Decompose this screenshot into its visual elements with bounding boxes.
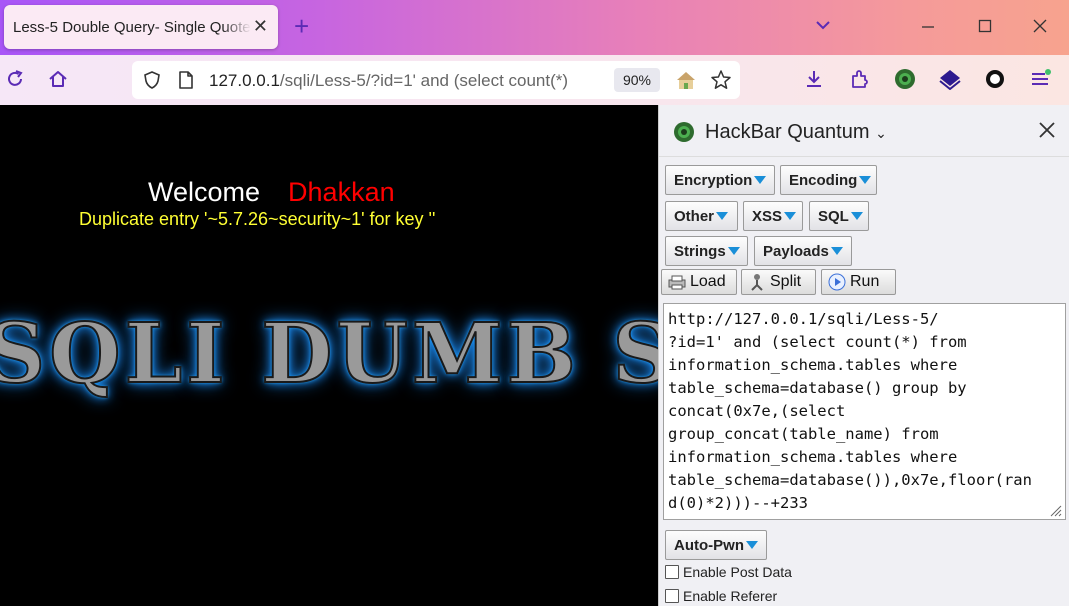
payloads-label: Payloads [763,242,829,260]
circle-extension-icon[interactable] [983,67,1007,91]
sql-label: SQL [818,207,849,225]
enable-post-data-option[interactable]: Enable Post Data [665,563,792,581]
panel-title-text: HackBar Quantum [705,121,870,143]
load-label: Load [690,273,726,290]
dropdown-arrow-icon [859,176,872,184]
url-path: /sqli/Less-5/?id=1' and (select count(*) [279,71,569,90]
page-icon[interactable] [177,70,195,95]
tab-bar: Less-5 Double Query- Single Quotes- Stri… [0,0,1069,55]
new-tab-icon[interactable]: + [294,13,309,39]
page-content: Welcome Dhakkan Duplicate entry '~5.7.26~… [0,105,658,606]
other-label: Other [674,207,715,225]
auto-pwn-label: Auto-Pwn [674,536,744,554]
hackbar-extension-icon[interactable] [893,67,917,91]
payloads-menu[interactable]: Payloads [754,236,852,266]
play-icon [828,273,846,291]
shield-icon[interactable] [142,70,162,95]
window-close-icon[interactable] [1032,13,1048,46]
dropdown-arrow-icon [745,541,758,549]
hackbar-panel: HackBar Quantum ⌄ Encryption Encoding Ot… [658,105,1069,606]
sql-menu[interactable]: SQL [809,201,869,231]
dropdown-arrow-icon [784,212,797,220]
menu-icon[interactable] [1028,67,1052,91]
encryption-label: Encryption [674,171,753,189]
sql-error-message: Duplicate entry '~5.7.26~security~1' for… [79,209,436,229]
xss-label: XSS [752,207,783,225]
panel-title[interactable]: HackBar Quantum ⌄ [705,121,887,144]
split-icon [748,273,766,291]
home-image-icon[interactable] [674,69,698,96]
other-menu[interactable]: Other [665,201,738,231]
referer-checkbox[interactable] [665,589,679,603]
url-bar[interactable]: 127.0.0.1/sqli/Less-5/?id=1' and (select… [132,61,740,99]
zoom-level[interactable]: 90% [614,68,660,92]
encoding-menu[interactable]: Encoding [780,165,877,195]
split-label: Split [770,273,802,290]
download-icon[interactable] [802,67,826,91]
strings-menu[interactable]: Strings [665,236,748,266]
chevron-down-icon[interactable] [813,15,833,35]
xss-menu[interactable]: XSS [743,201,803,231]
referer-label: Enable Referer [683,588,778,604]
dropdown-arrow-icon [716,212,729,220]
dropdown-arrow-icon [754,176,767,184]
run-button[interactable]: Run [821,269,896,295]
split-button[interactable]: Split [741,269,816,295]
dropdown-arrow-icon [830,247,843,255]
minimize-icon[interactable] [920,13,936,46]
layers-extension-icon[interactable] [938,67,962,91]
extensions-icon[interactable] [848,67,872,91]
welcome-heading: Welcome Dhakkan [148,177,395,208]
encoding-label: Encoding [789,171,858,189]
reload-icon[interactable] [3,67,27,91]
printer-icon [668,273,686,291]
sqli-banner-image: SQLI DUMB SERIES-5 [0,306,658,402]
panel-close-icon[interactable] [1037,120,1057,144]
dropdown-arrow-icon [850,212,863,220]
url-host: 127.0.0.1 [209,71,280,90]
welcome-text: Welcome [148,177,261,207]
nav-bar: 127.0.0.1/sqli/Less-5/?id=1' and (select… [0,55,1069,105]
encryption-menu[interactable]: Encryption [665,165,775,195]
hackbar-logo-icon [673,121,695,148]
resize-grip-icon[interactable] [1048,503,1062,517]
browser-tab[interactable]: Less-5 Double Query- Single Quotes- Stri… [4,5,278,49]
strings-label: Strings [674,242,726,260]
panel-header: HackBar Quantum ⌄ [659,105,1069,157]
post-data-checkbox[interactable] [665,565,679,579]
tab-title: Less-5 Double Query- Single Quotes- Stri… [13,18,251,36]
enable-referer-option[interactable]: Enable Referer [665,587,777,605]
tab-close-icon[interactable]: ✕ [253,15,268,37]
url-text[interactable]: 127.0.0.1/sqli/Less-5/?id=1' and (select… [209,71,604,91]
url-editor-textarea[interactable]: http://127.0.0.1/sqli/Less-5/ ?id=1' and… [663,303,1066,520]
run-label: Run [850,273,880,290]
dropdown-arrow-icon [727,247,740,255]
welcome-name: Dhakkan [288,177,395,207]
load-button[interactable]: Load [661,269,737,295]
maximize-icon[interactable] [977,13,993,46]
chevron-down-icon[interactable]: ⌄ [875,125,887,141]
star-icon[interactable] [710,69,732,96]
post-data-label: Enable Post Data [683,564,792,580]
home-icon[interactable] [46,67,70,91]
auto-pwn-menu[interactable]: Auto-Pwn [665,530,767,560]
